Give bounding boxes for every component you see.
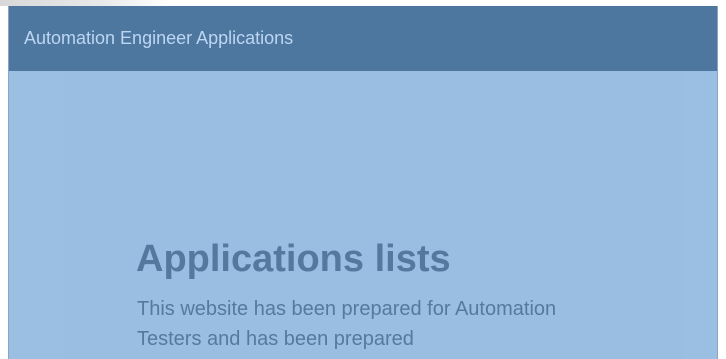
navbar-brand-link[interactable]: Automation Engineer Applications <box>24 28 293 49</box>
hero-description: This website has been prepared for Autom… <box>137 298 557 350</box>
page-viewport: Automation Engineer Applications Applica… <box>8 6 718 359</box>
top-navbar: Automation Engineer Applications <box>9 6 717 71</box>
hero-section: Applications lists This website has been… <box>64 71 684 359</box>
page-title: Applications lists <box>136 238 451 280</box>
